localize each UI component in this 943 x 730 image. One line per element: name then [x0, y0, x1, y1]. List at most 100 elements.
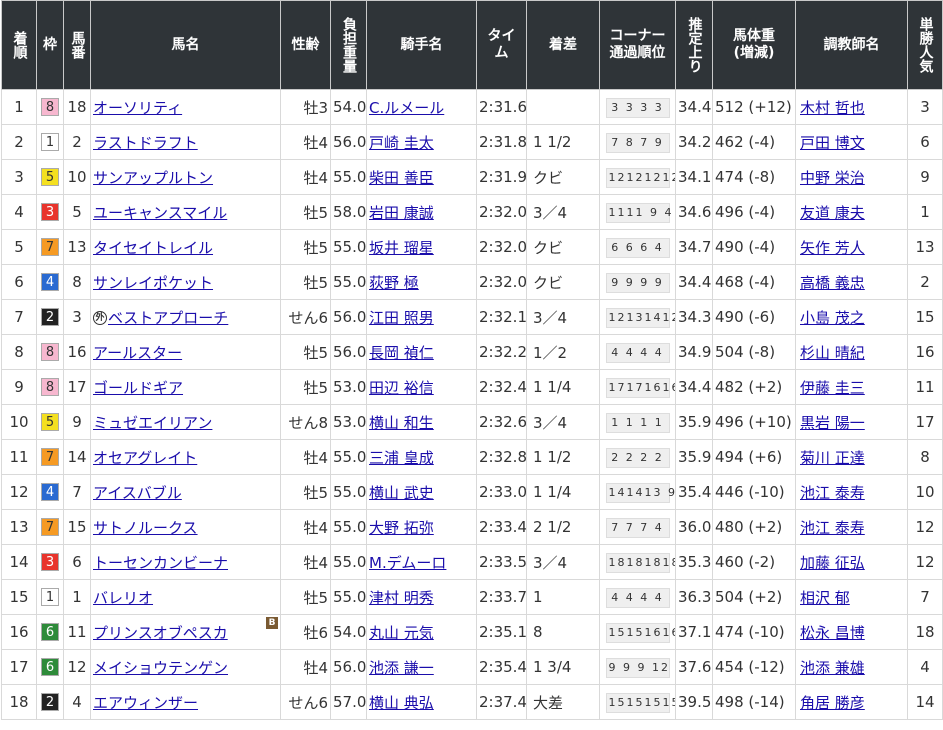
- trainer-link[interactable]: 矢作 芳人: [800, 239, 865, 257]
- header-last3f[interactable]: 推定上り: [675, 0, 713, 90]
- horse-name-link[interactable]: プリンスオブペスカ: [93, 624, 228, 642]
- horse-name-link[interactable]: サンアップルトン: [93, 169, 213, 187]
- trainer-cell: 中野 栄治: [795, 159, 908, 195]
- jockey-link[interactable]: 江田 照男: [369, 309, 434, 327]
- horse-name-link[interactable]: メイショウテンゲン: [93, 659, 228, 677]
- header-time[interactable]: タイム: [476, 0, 527, 90]
- jockey-link[interactable]: 柴田 善臣: [369, 169, 434, 187]
- trainer-link[interactable]: 小島 茂之: [800, 309, 865, 327]
- horse-name-link[interactable]: ミュゼエイリアン: [93, 414, 212, 432]
- weight-cell: 56.0: [330, 649, 367, 685]
- header-margin[interactable]: 着差: [526, 0, 600, 90]
- frame-badge: 8: [41, 343, 59, 362]
- rank-cell: 2: [1, 124, 37, 160]
- trainer-link[interactable]: 松永 昌博: [800, 624, 865, 642]
- horse-name-link[interactable]: オセアグレイト: [93, 449, 197, 467]
- trainer-cell: 矢作 芳人: [795, 229, 908, 265]
- margin-cell: 3／4: [526, 194, 600, 230]
- trainer-link[interactable]: 池添 兼雄: [800, 659, 865, 677]
- trainer-link[interactable]: 池江 泰寿: [800, 484, 865, 502]
- trainer-link[interactable]: 中野 栄治: [800, 169, 865, 187]
- horse-name-link[interactable]: タイセイトレイル: [93, 239, 213, 257]
- trainer-link[interactable]: 高橋 義忠: [800, 274, 865, 292]
- trainer-cell: 高橋 義忠: [795, 264, 908, 300]
- margin-cell: 1 1/4: [526, 369, 600, 405]
- jockey-link[interactable]: 田辺 裕信: [369, 379, 434, 397]
- header-rank[interactable]: 着順: [1, 0, 37, 90]
- header-num[interactable]: 馬番: [63, 0, 91, 90]
- popularity-cell: 18: [907, 614, 943, 650]
- jockey-link[interactable]: 大野 拓弥: [369, 519, 434, 537]
- header-weight[interactable]: 負担重量: [330, 0, 367, 90]
- jockey-link[interactable]: 横山 和生: [369, 414, 434, 432]
- corner-cell: 9 9 9 9: [599, 264, 676, 300]
- weight-cell: 57.0: [330, 684, 367, 720]
- trainer-cell: 杉山 晴紀: [795, 334, 908, 370]
- header-jockey[interactable]: 騎手名: [366, 0, 477, 90]
- jockey-link[interactable]: 長岡 禎仁: [369, 344, 434, 362]
- horse-name-cell: オセアグレイト: [90, 439, 281, 475]
- header-trainer[interactable]: 調教師名: [795, 0, 908, 90]
- margin-cell: 1 3/4: [526, 649, 600, 685]
- trainer-link[interactable]: 木村 哲也: [800, 99, 865, 117]
- horse-name-link[interactable]: ゴールドギア: [93, 379, 183, 397]
- frame-badge: 2: [41, 308, 59, 327]
- jockey-link[interactable]: C.ルメール: [369, 99, 444, 117]
- horse-name-link[interactable]: バレリオ: [93, 589, 153, 607]
- jockey-link[interactable]: 横山 典弘: [369, 694, 434, 712]
- last3f-cell: 37.6: [675, 649, 713, 685]
- corner-cell: 17171616: [599, 369, 676, 405]
- header-sexage[interactable]: 性齢: [280, 0, 331, 90]
- weight-cell: 58.0: [330, 194, 367, 230]
- sex-age-cell: せん6: [280, 684, 331, 720]
- horse-name-link[interactable]: エアウィンザー: [93, 694, 198, 712]
- bodyweight-cell: 482 (+2): [712, 369, 796, 405]
- trainer-link[interactable]: 角居 勝彦: [800, 694, 865, 712]
- trainer-link[interactable]: 池江 泰寿: [800, 519, 865, 537]
- horse-name-link[interactable]: アイスバブル: [93, 484, 182, 502]
- frame-badge: 1: [41, 133, 59, 152]
- horse-name-link[interactable]: サンレイポケット: [93, 274, 213, 292]
- jockey-link[interactable]: 荻野 極: [369, 274, 419, 292]
- jockey-link[interactable]: 池添 謙一: [369, 659, 434, 677]
- horse-name-link[interactable]: サトノルークス: [93, 519, 198, 537]
- horse-number-cell: 4: [63, 684, 91, 720]
- trainer-cell: 池添 兼雄: [795, 649, 908, 685]
- jockey-link[interactable]: M.デムーロ: [369, 554, 446, 572]
- jockey-link[interactable]: 三浦 皇成: [369, 449, 434, 467]
- jockey-cell: 荻野 極: [366, 264, 477, 300]
- trainer-link[interactable]: 加藤 征弘: [800, 554, 865, 572]
- trainer-link[interactable]: 菊川 正達: [800, 449, 865, 467]
- header-corner[interactable]: コーナー通過順位: [599, 0, 676, 90]
- trainer-cell: 相沢 郁: [795, 579, 908, 615]
- trainer-link[interactable]: 黒岩 陽一: [800, 414, 865, 432]
- header-bodyweight[interactable]: 馬体重(増減): [712, 0, 796, 90]
- jockey-link[interactable]: 横山 武史: [369, 484, 434, 502]
- jockey-link[interactable]: 津村 明秀: [369, 589, 434, 607]
- horse-name-link[interactable]: ラストドラフト: [93, 134, 198, 152]
- horse-number-cell: 5: [63, 194, 91, 230]
- jockey-link[interactable]: 坂井 瑠星: [369, 239, 434, 257]
- horse-name-link[interactable]: トーセンカンビーナ: [93, 554, 228, 572]
- horse-name-cell: メイショウテンゲン: [90, 649, 281, 685]
- corner-positions: 4 4 4 4: [605, 342, 670, 363]
- trainer-link[interactable]: 伊藤 圭三: [800, 379, 865, 397]
- trainer-link[interactable]: 杉山 晴紀: [800, 344, 865, 362]
- corner-cell: 1111 9 4: [599, 194, 676, 230]
- rank-cell: 7: [1, 299, 37, 335]
- horse-name-link[interactable]: ベストアプローチ: [108, 309, 228, 327]
- margin-cell: クビ: [526, 159, 600, 195]
- jockey-link[interactable]: 戸崎 圭太: [369, 134, 434, 152]
- header-horse[interactable]: 馬名: [90, 0, 281, 90]
- horse-name-link[interactable]: ユーキャンスマイル: [93, 204, 227, 222]
- jockey-link[interactable]: 岩田 康誠: [369, 204, 434, 222]
- jockey-link[interactable]: 丸山 元気: [369, 624, 434, 642]
- horse-name-link[interactable]: アールスター: [93, 344, 182, 362]
- trainer-link[interactable]: 友道 康夫: [800, 204, 865, 222]
- trainer-link[interactable]: 戸田 博文: [800, 134, 865, 152]
- header-pop[interactable]: 単勝人気: [907, 0, 943, 90]
- horse-name-link[interactable]: オーソリティ: [93, 99, 182, 117]
- last3f-cell: 36.3: [675, 579, 713, 615]
- header-frame[interactable]: 枠: [36, 0, 64, 90]
- trainer-link[interactable]: 相沢 郁: [800, 589, 850, 607]
